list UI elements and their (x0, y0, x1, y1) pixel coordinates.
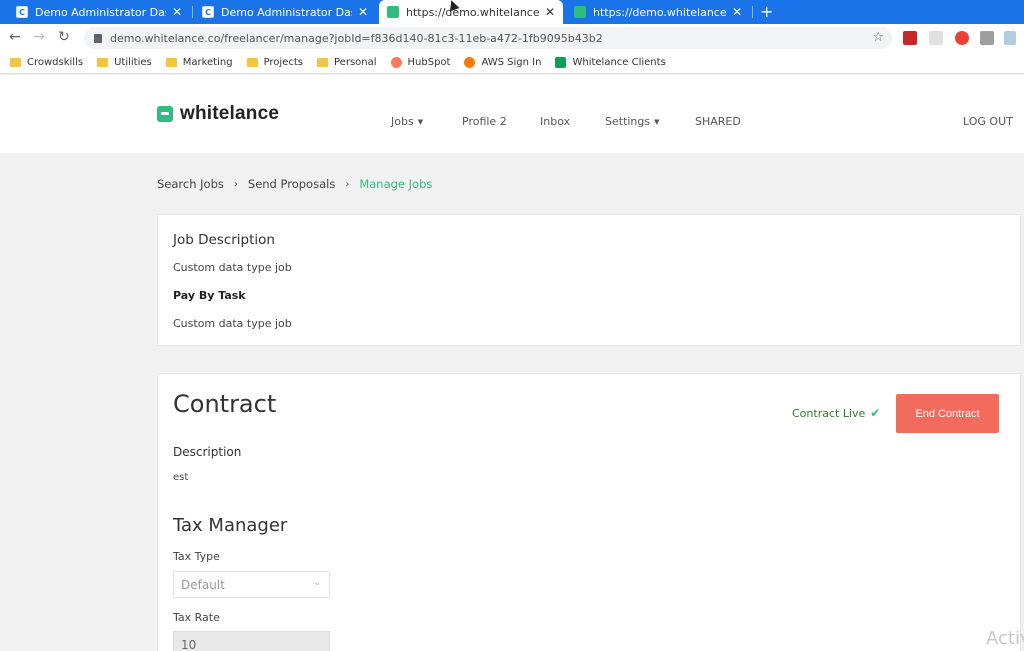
close-icon[interactable]: ✕ (172, 5, 182, 19)
bookmark-crowdskills[interactable]: Crowdskills (10, 57, 83, 68)
browser-tab-strip: C Demo Administrator Dashboard ✕ C Demo … (0, 0, 1024, 24)
close-icon[interactable]: ✕ (358, 5, 368, 19)
c-icon: C (16, 6, 28, 18)
browser-tab-active[interactable]: https://demo.whitelance.co/freel ✕ (379, 0, 563, 24)
nav-profile[interactable]: Profile 2 (462, 115, 507, 128)
logo-text: whitelance (180, 103, 280, 124)
bookmark-label: Utilities (114, 57, 152, 68)
contract-card: Contract Contract Live ✔ End Contract De… (157, 373, 1021, 651)
breadcrumb-manage-jobs: Manage Jobs (359, 177, 433, 191)
bookmarks-bar: Crowdskills Utilities Marketing Projects… (0, 52, 1024, 74)
nav-shared[interactable]: SHARED (695, 115, 741, 128)
nav-label: Settings (605, 115, 651, 128)
tax-type-value: Default (181, 577, 225, 592)
nav-label: Jobs (391, 115, 414, 128)
chevron-right-icon: › (233, 178, 238, 190)
folder-icon (97, 58, 109, 67)
bookmark-label: Marketing (182, 57, 233, 68)
tax-rate-label: Tax Rate (173, 611, 220, 624)
breadcrumb-search-jobs[interactable]: Search Jobs (157, 177, 224, 191)
job-description-card: Job Description Custom data type job Pay… (157, 214, 1021, 346)
bookmark-label: Personal (334, 57, 377, 68)
tax-type-label: Tax Type (173, 550, 220, 563)
payment-type-label: Pay By Task (173, 289, 246, 302)
whitelance-logo-icon (157, 106, 173, 122)
forward-arrow-icon[interactable]: → (33, 29, 45, 45)
job-description-heading: Job Description (173, 232, 275, 248)
nav-settings[interactable]: Settings ▼ (605, 115, 660, 128)
logout-link[interactable]: LOG OUT (963, 115, 1013, 128)
bookmark-projects[interactable]: Projects (246, 57, 303, 68)
bookmark-label: Projects (263, 57, 303, 68)
c-icon: C (202, 6, 214, 18)
breadcrumb: Search Jobs › Send Proposals › Manage Jo… (157, 177, 432, 191)
logo[interactable]: whitelance (157, 103, 279, 125)
payment-type-text: Custom data type job (173, 317, 292, 330)
star-icon[interactable]: ☆ (872, 30, 884, 45)
job-description-text: Custom data type job (173, 261, 292, 274)
shield-extension-icon[interactable] (929, 31, 943, 45)
description-label: Description (173, 445, 242, 459)
puzzle-extension-icon[interactable] (980, 31, 994, 45)
tab-label: Demo Administrator Dashboard (221, 5, 352, 19)
tax-manager-heading: Tax Manager (173, 515, 288, 536)
nav-jobs[interactable]: Jobs ▼ (391, 115, 423, 128)
bookmark-label: Crowdskills (27, 57, 84, 68)
end-contract-button[interactable]: End Contract (896, 394, 999, 433)
folder-icon (246, 58, 258, 67)
caret-down-icon: ▼ (417, 118, 424, 126)
folder-icon (165, 58, 177, 67)
bookmark-aws[interactable]: AWS Sign In (464, 57, 541, 68)
url-text: demo.whitelance.co/freelancer/manage?job… (110, 31, 603, 45)
contract-status-label: Contract Live (792, 406, 866, 420)
lock-icon (94, 33, 102, 43)
contract-title: Contract (173, 390, 277, 418)
checkmark-icon: ✔ (870, 406, 881, 420)
tab-separator (192, 6, 193, 18)
calendar-extension-icon[interactable] (903, 31, 917, 45)
bookmark-hubspot[interactable]: HubSpot (390, 57, 451, 68)
tab-label: Demo Administrator Dashboard (35, 5, 166, 19)
aws-icon (464, 57, 476, 68)
folder-icon (317, 58, 328, 67)
browser-tab[interactable]: C Demo Administrator Dashboard ✕ (8, 0, 190, 24)
bookmark-marketing[interactable]: Marketing (165, 57, 233, 68)
chrome-extension-icon[interactable] (955, 31, 969, 45)
bookmark-label: HubSpot (407, 57, 451, 68)
address-bar-row: ← → ↻ demo.whitelance.co/freelancer/mana… (0, 24, 1024, 52)
tab-separator (752, 6, 753, 18)
description-value: est (173, 472, 189, 483)
whitelance-icon (387, 6, 399, 18)
tab-label: https://demo.whitelance.co/freel (406, 5, 539, 19)
nav-inbox[interactable]: Inbox (540, 115, 570, 128)
sheets-icon (555, 57, 567, 68)
back-arrow-icon[interactable]: ← (9, 29, 21, 45)
activation-watermark: Activ (986, 628, 1024, 649)
whitelance-icon (574, 6, 586, 18)
chevron-right-icon: › (345, 178, 350, 190)
reload-icon[interactable]: ↻ (58, 29, 70, 45)
bookmark-label: AWS Sign In (481, 57, 542, 68)
tax-rate-input[interactable]: 10 (173, 631, 330, 651)
contract-status: Contract Live ✔ (792, 406, 880, 420)
hubspot-icon (390, 57, 402, 68)
site-header: whitelance Jobs ▼ Profile 2 Inbox Setting… (0, 75, 1024, 153)
browser-tab[interactable]: C Demo Administrator Dashboard ✕ (194, 0, 376, 24)
folder-icon (10, 58, 21, 67)
tax-type-select[interactable]: Default ⌄ (173, 571, 330, 598)
url-field[interactable]: demo.whitelance.co/freelancer/manage?job… (84, 27, 892, 49)
close-icon[interactable]: ✕ (732, 5, 742, 19)
bookmark-utilities[interactable]: Utilities (97, 57, 152, 68)
close-icon[interactable]: ✕ (545, 5, 555, 19)
tab-label: https://demo.whitelance.co/freel (593, 5, 726, 19)
bookmark-whitelance-clients[interactable]: Whitelance Clients (555, 57, 666, 68)
browser-tab[interactable]: https://demo.whitelance.co/freel ✕ (566, 0, 750, 24)
cloud-extension-icon[interactable] (1004, 31, 1016, 45)
new-tab-icon[interactable]: + (760, 2, 773, 21)
bookmark-label: Whitelance Clients (572, 57, 666, 68)
breadcrumb-send-proposals[interactable]: Send Proposals (248, 177, 335, 191)
chevron-down-icon: ⌄ (313, 578, 321, 588)
bookmark-personal[interactable]: Personal (317, 57, 377, 68)
caret-down-icon: ▼ (654, 118, 660, 126)
